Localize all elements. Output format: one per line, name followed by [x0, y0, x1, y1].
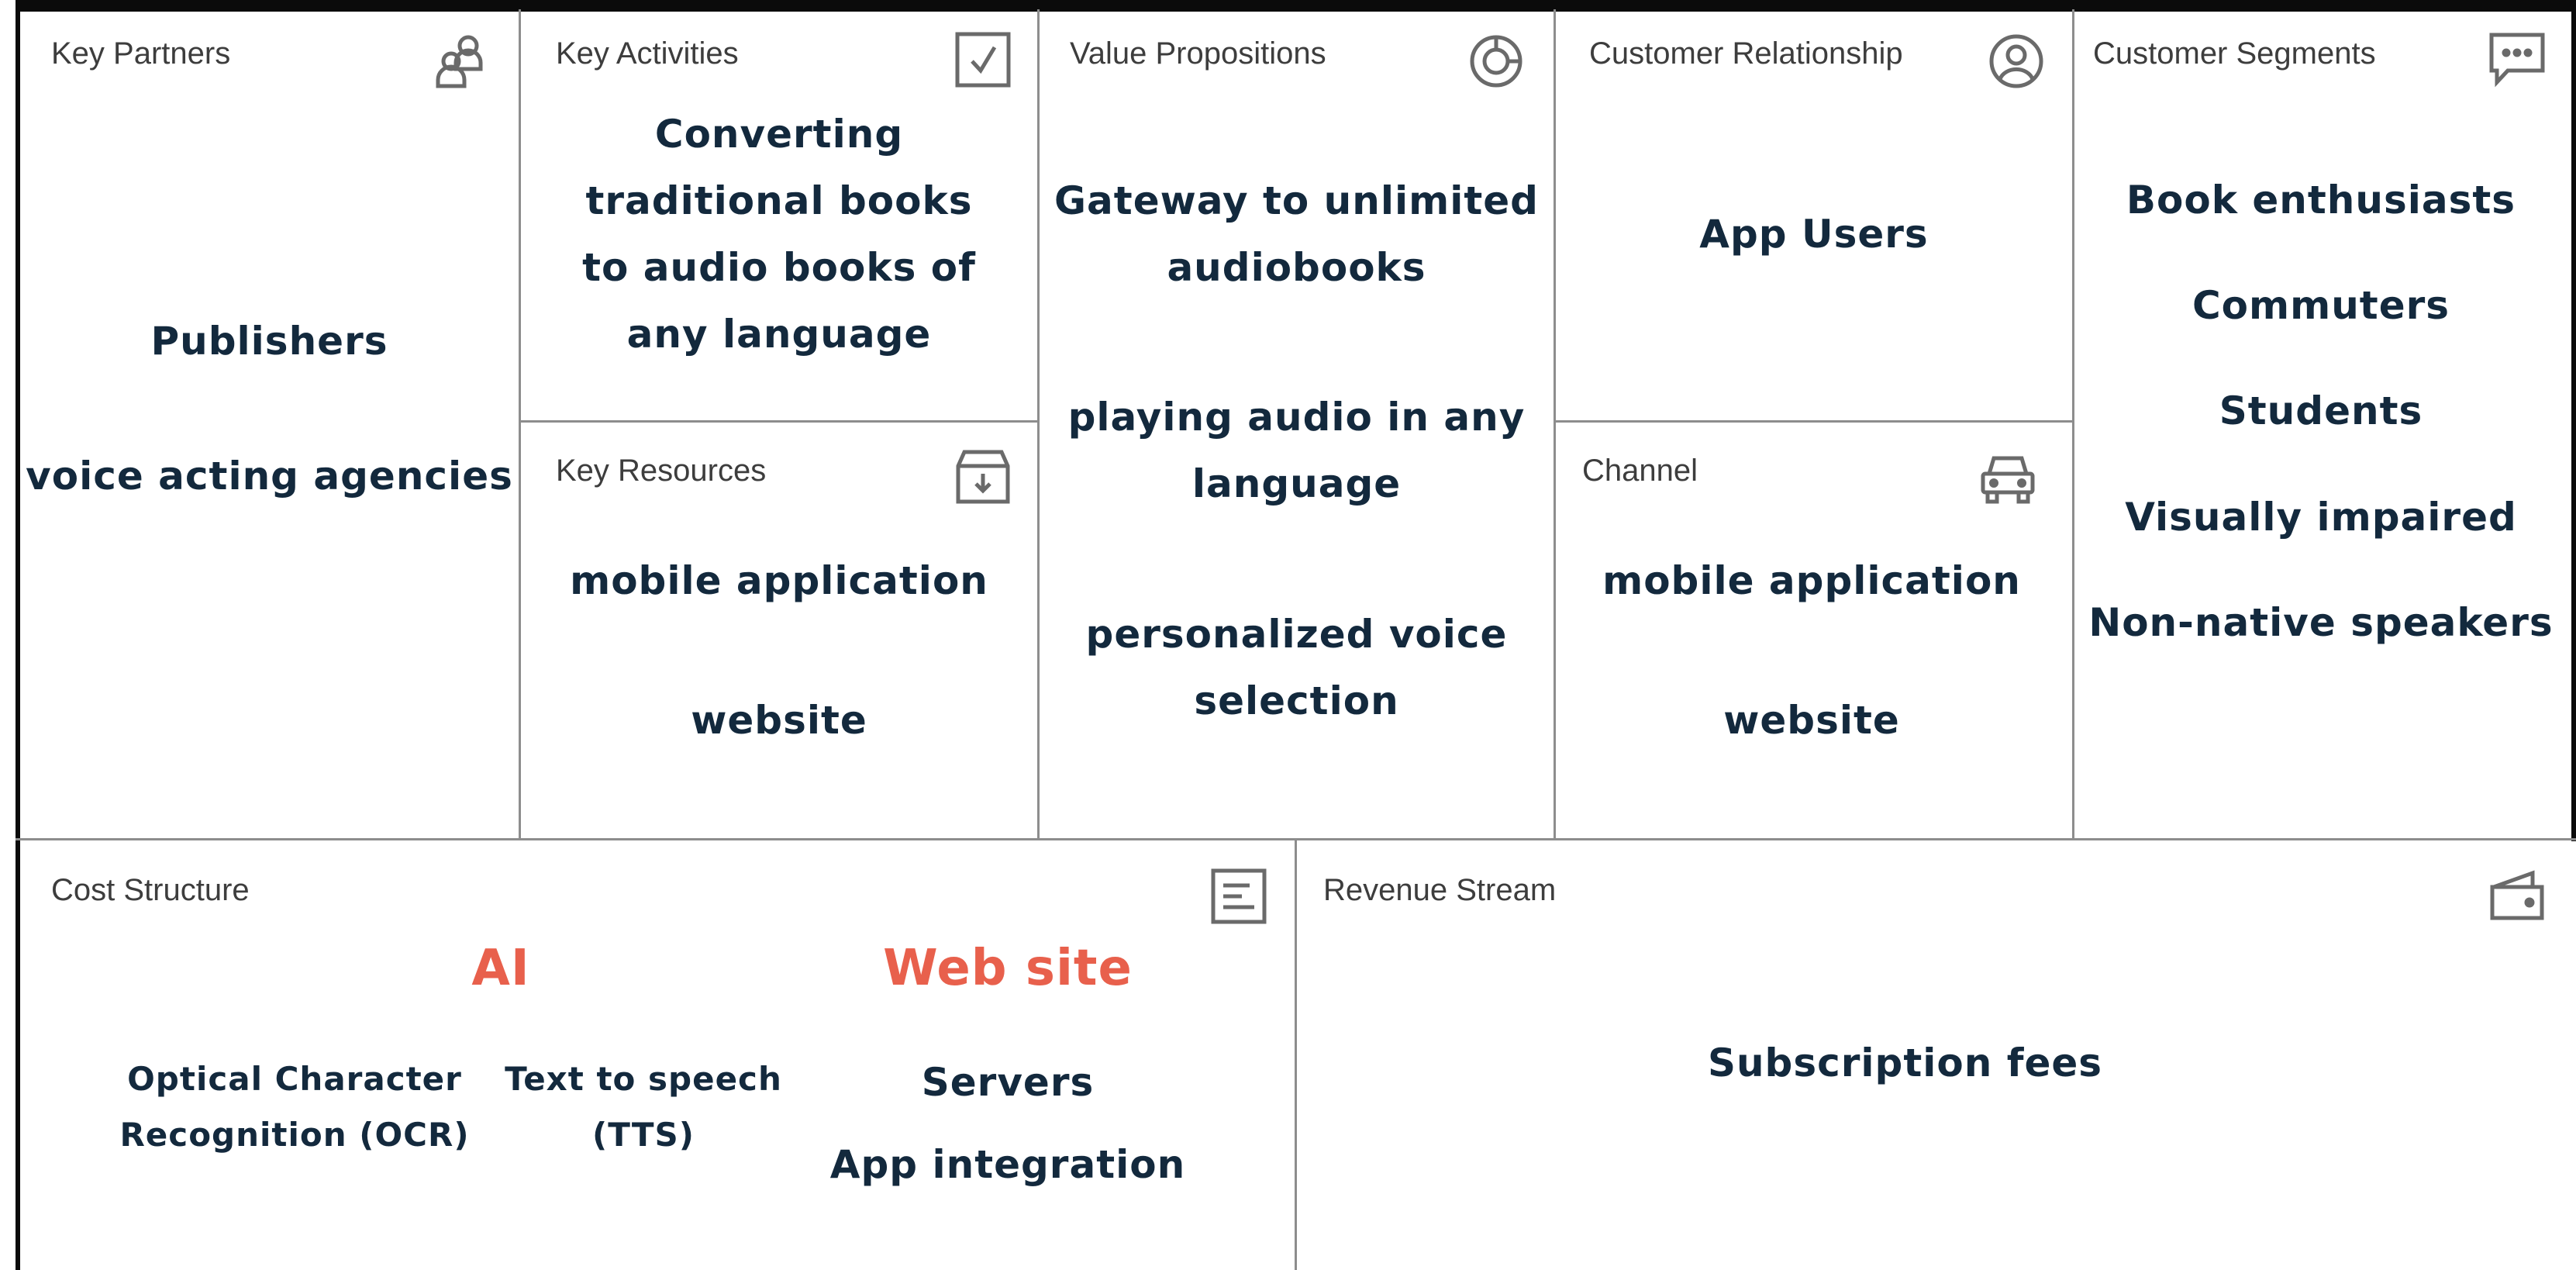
section-title: Revenue Stream — [1323, 873, 1557, 907]
resource-item: mobile application — [570, 558, 988, 603]
customer-relationship-section: Customer Relationship App Users — [1556, 12, 2072, 420]
revenue-item: Subscription fees — [1707, 1041, 2103, 1085]
value-propositions-section: Value Propositions Gateway to unlimited … — [1040, 12, 1554, 838]
activity-line: any language — [626, 312, 932, 357]
relationship-item: App Users — [1699, 212, 1929, 257]
key-activities-section: Key Activities Converting traditional bo… — [521, 12, 1037, 420]
segment-item: Non-native speakers — [2088, 600, 2554, 645]
cost-item: Servers — [921, 1060, 1095, 1105]
wallet-icon — [2488, 867, 2547, 926]
value-item-line: playing audio in any — [1067, 395, 1526, 440]
cost-item-line: Recognition (OCR) — [119, 1116, 470, 1154]
resource-item: website — [691, 698, 867, 743]
section-title: Key Partners — [51, 36, 231, 71]
activity-line: traditional books — [585, 178, 973, 223]
channel-item: mobile application — [1602, 558, 2021, 603]
cost-structure-section: Cost Structure AI Optical Character Reco… — [20, 840, 1295, 1270]
activity-line: Converting — [654, 112, 904, 157]
segment-item: Students — [2219, 388, 2423, 433]
frame-border-top — [16, 0, 2576, 12]
channel-section: Channel mobile application website — [1556, 423, 2072, 838]
customer-segments-section: Customer Segments Book enthusiasts Commu… — [2074, 12, 2571, 838]
car-icon — [1978, 447, 2037, 506]
user-circle-icon — [1987, 30, 2046, 89]
value-item-line: language — [1191, 461, 1402, 506]
segment-item: Visually impaired — [2125, 495, 2517, 540]
cost-item-line: (TTS) — [592, 1116, 695, 1154]
section-title: Channel — [1582, 454, 1698, 488]
people-icon — [431, 30, 490, 89]
archive-box-icon — [953, 447, 1012, 506]
value-item-line: Gateway to unlimited — [1054, 178, 1539, 223]
section-title: Cost Structure — [51, 873, 250, 907]
value-item-line: selection — [1194, 678, 1399, 723]
section-title: Customer Segments — [2093, 36, 2376, 71]
pie-chart-icon — [1467, 30, 1526, 89]
section-title: Customer Relationship — [1589, 36, 1903, 71]
key-resources-section: Key Resources mobile application website — [521, 423, 1037, 838]
section-title: Key Activities — [556, 36, 739, 71]
checkbox-icon — [953, 30, 1012, 89]
segment-item: Commuters — [2191, 283, 2450, 328]
document-lines-icon — [1209, 867, 1268, 926]
cost-item-line: Text to speech — [505, 1060, 782, 1098]
frame-border-right — [2571, 0, 2576, 841]
cost-item: App integration — [829, 1142, 1186, 1187]
value-item-line: personalized voice — [1085, 612, 1508, 657]
section-title: Value Propositions — [1070, 36, 1326, 71]
section-title: Key Resources — [556, 454, 767, 488]
partner-item: voice acting agencies — [26, 454, 513, 499]
key-partners-section: Key Partners Publishers voice acting age… — [20, 12, 519, 838]
business-model-canvas: Key Partners Publishers voice acting age… — [0, 0, 2576, 1270]
chat-bubble-icon — [2488, 30, 2547, 89]
cost-group-heading: AI — [471, 940, 530, 997]
value-item-line: audiobooks — [1167, 245, 1426, 290]
revenue-stream-section: Revenue Stream Subscription fees — [1297, 840, 2571, 1270]
channel-item: website — [1723, 698, 1900, 743]
activity-line: to audio books of — [582, 245, 976, 290]
cost-item-line: Optical Character — [127, 1060, 462, 1098]
segment-item: Book enthusiasts — [2126, 178, 2516, 223]
cost-group-heading: Web site — [883, 940, 1133, 997]
partner-item: Publishers — [150, 319, 388, 364]
